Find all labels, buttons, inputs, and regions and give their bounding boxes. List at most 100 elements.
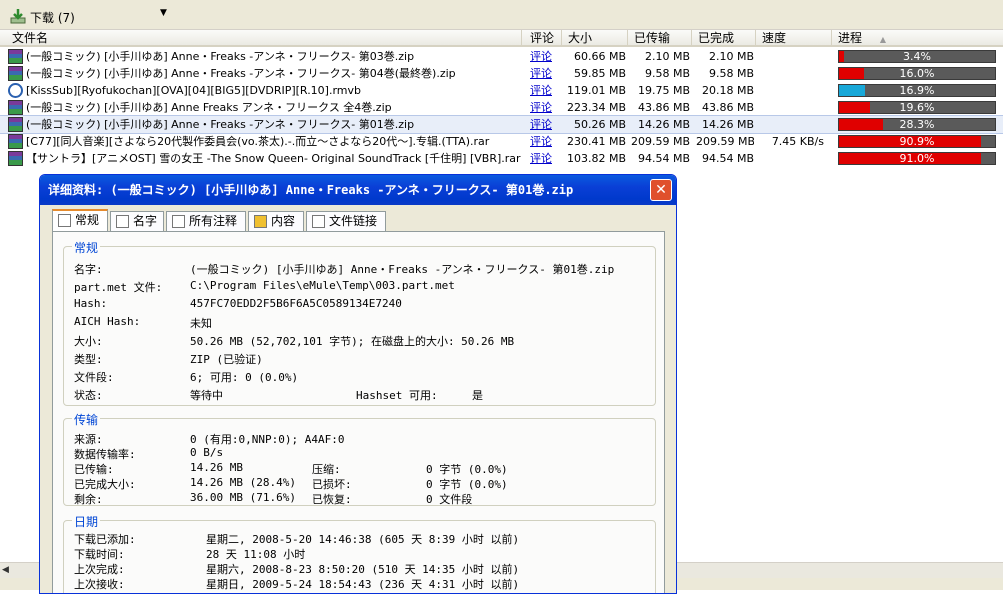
corrupted-value: 0 字节 (0.0%): [426, 478, 508, 491]
progress-bar: 3.4%: [838, 50, 996, 63]
general-group: 常规 名字: (一般コミック) [小手川ゆあ] Anne・Freaks -アンネ…: [63, 239, 656, 406]
rate-label: 数据传输率:: [74, 448, 136, 461]
column-completed[interactable]: 已完成: [692, 30, 756, 47]
table-row[interactable]: [C77][同人音楽][さよなら20代製作委員会(vo.茶太).-.而立～さよな…: [0, 133, 1003, 150]
file-size: 60.66 MB: [573, 50, 626, 63]
hashset-value: 是: [472, 389, 483, 402]
size-value: 50.26 MB (52,702,101 字节); 在磁盘上的大小: 50.26…: [190, 335, 515, 348]
progress-bar: 91.0%: [838, 152, 996, 165]
partmet-value: C:\Program Files\eMule\Temp\003.part.met: [190, 279, 455, 292]
file-name: 【サントラ】[アニメOST] 雪の女王 -The Snow Queen- Ori…: [26, 152, 521, 165]
column-size[interactable]: 大小: [562, 30, 628, 47]
close-button[interactable]: ✕: [650, 179, 672, 201]
hash-label: Hash:: [74, 297, 108, 310]
table-row[interactable]: [KissSub][Ryofukochan][OVA][04][BIG5][DV…: [0, 82, 1003, 99]
archive-file-icon: [8, 117, 23, 132]
aich-value: 未知: [190, 317, 212, 330]
comment-link[interactable]: 评论: [530, 65, 564, 82]
progress-text: 19.6%: [899, 101, 935, 114]
tab-names[interactable]: 名字: [110, 211, 164, 231]
file-transferred: 209.59 MB: [630, 135, 690, 148]
type-value: ZIP (已验证): [190, 353, 263, 366]
type-label: 类型:: [74, 353, 103, 366]
column-transferred[interactable]: 已传输: [628, 30, 692, 47]
comment-link[interactable]: 评论: [530, 82, 564, 99]
file-name: (一般コミック) [小手川ゆあ] Anne・Freaks -アンネ・フリークス-…: [26, 118, 415, 131]
file-completed: 14.26 MB: [701, 118, 754, 131]
corrupted-label: 已损坏:: [312, 478, 352, 491]
file-name: (一般コミック) [小手川ゆあ] Anne・Freaks -アンネ・フリークス-…: [26, 67, 456, 80]
table-row[interactable]: 【サントラ】[アニメOST] 雪の女王 -The Snow Queen- Ori…: [0, 150, 1003, 167]
file-transferred: 2.10 MB: [644, 50, 690, 63]
archive-file-icon: [8, 49, 23, 64]
file-name: (一般コミック) [小手川ゆあ] Anne・Freaks -アンネ・フリークス-…: [26, 50, 415, 63]
tab-comments-label: 所有注释: [189, 214, 238, 228]
table-row[interactable]: (一般コミック) [小手川ゆあ] Anne・Freaks -アンネ・フリークス-…: [0, 115, 1003, 134]
comment-link[interactable]: 评论: [530, 48, 564, 65]
size-label: 大小:: [74, 335, 103, 348]
file-completed: 94.54 MB: [701, 152, 754, 165]
tab-comments[interactable]: 所有注释: [166, 211, 246, 231]
table-row[interactable]: (一般コミック) [小手川ゆあ] Anne Freaks アンネ・フリークス 全…: [0, 99, 1003, 116]
table-row[interactable]: (一般コミック) [小手川ゆあ] Anne・Freaks -アンネ・フリークス-…: [0, 48, 1003, 65]
hashset-label: Hashset 可用:: [356, 389, 438, 402]
file-transferred: 9.58 MB: [644, 67, 690, 80]
dates-group-title: 日期: [72, 513, 101, 530]
last-complete-label: 上次完成:: [74, 563, 125, 576]
progress-bar: 16.0%: [838, 67, 996, 80]
archive-file-icon: [8, 151, 23, 166]
chevron-down-icon[interactable]: ▼: [160, 8, 167, 18]
status-value: 等待中: [190, 389, 223, 402]
comment-link[interactable]: 评论: [530, 150, 564, 167]
tab-general[interactable]: 常规: [52, 209, 108, 232]
tab-content-label: 内容: [271, 214, 296, 228]
column-speed[interactable]: 速度: [756, 30, 832, 47]
column-filename[interactable]: 文件名: [6, 30, 522, 47]
tab-file-links-label: 文件链接: [329, 214, 378, 228]
sources-label: 来源:: [74, 433, 103, 446]
file-speed: [758, 65, 824, 82]
progress-bar: 90.9%: [838, 135, 996, 148]
table-row[interactable]: (一般コミック) [小手川ゆあ] Anne・Freaks -アンネ・フリークス-…: [0, 65, 1003, 82]
column-progress[interactable]: 进程 ▲: [832, 30, 1003, 47]
progress-text: 3.4%: [903, 50, 931, 63]
file-details-dialog: 详细资料: (一般コミック) [小手川ゆあ] Anne・Freaks -アンネ・…: [39, 174, 677, 594]
download-icon: [10, 9, 26, 24]
progress-text: 28.3%: [899, 118, 935, 131]
archive-file-icon: [8, 66, 23, 81]
archive-file-icon: [8, 134, 23, 149]
file-speed: [758, 116, 824, 133]
file-completed: 2.10 MB: [708, 50, 754, 63]
comments-icon: [172, 215, 185, 228]
tab-content[interactable]: 内容: [248, 211, 304, 231]
download-list: (一般コミック) [小手川ゆあ] Anne・Freaks -アンネ・フリークス-…: [0, 48, 1003, 167]
file-speed: [758, 99, 824, 116]
remaining-label: 剩余:: [74, 493, 103, 506]
progress-text: 16.9%: [899, 84, 935, 97]
file-completed: 43.86 MB: [701, 101, 754, 114]
dltime-label: 下载时间:: [74, 548, 125, 561]
comment-link[interactable]: 评论: [530, 99, 564, 116]
file-size: 50.26 MB: [573, 118, 626, 131]
file-name: (一般コミック) [小手川ゆあ] Anne Freaks アンネ・フリークス 全…: [26, 101, 392, 114]
transfer-group-title: 传输: [72, 411, 101, 428]
file-size: 230.41 MB: [566, 135, 626, 148]
completed-size-label: 已完成大小:: [74, 478, 136, 491]
comment-link[interactable]: 评论: [530, 133, 564, 150]
dltime-value: 28 天 11:08 小时: [206, 548, 306, 561]
content-icon: [254, 215, 267, 228]
downloads-title[interactable]: 下载 (7): [30, 9, 75, 26]
column-comment[interactable]: 评论: [524, 30, 562, 47]
file-size: 103.82 MB: [566, 152, 626, 165]
file-completed: 9.58 MB: [708, 67, 754, 80]
tab-file-links[interactable]: 文件链接: [306, 211, 386, 231]
scroll-left-icon[interactable]: ◀: [2, 565, 14, 577]
comment-link[interactable]: 评论: [530, 116, 564, 133]
file-completed: 20.18 MB: [701, 84, 754, 97]
file-name: [C77][同人音楽][さよなら20代製作委員会(vo.茶太).-.而立～さよな…: [26, 135, 490, 148]
added-label: 下载已添加:: [74, 533, 136, 546]
transferred-label: 已传输:: [74, 463, 114, 476]
file-size: 119.01 MB: [566, 84, 626, 97]
compressed-value: 0 字节 (0.0%): [426, 463, 508, 476]
link-icon: [312, 215, 325, 228]
